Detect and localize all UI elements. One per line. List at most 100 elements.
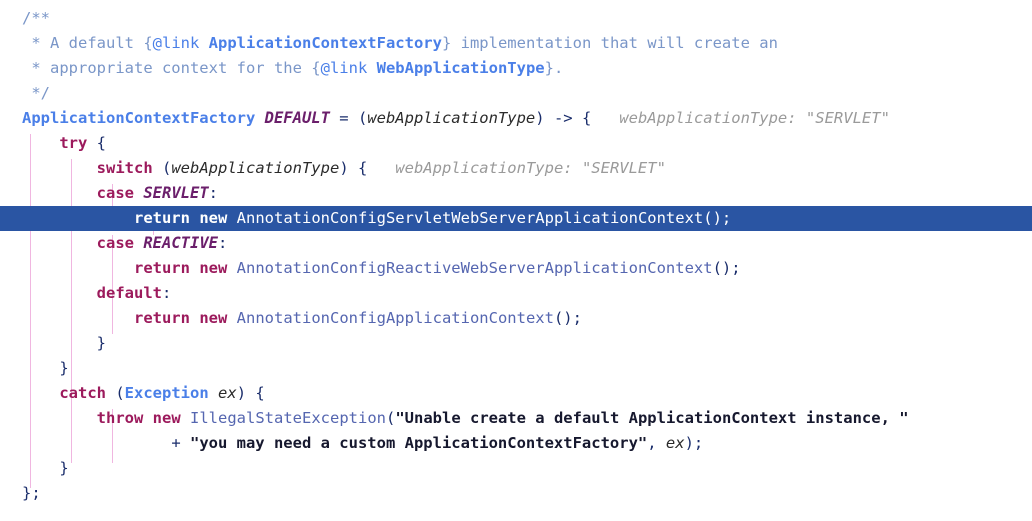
code-line[interactable]: switch (webApplicationType) { webApplica… [0,156,1032,181]
punctuation: = ( [329,109,368,127]
punctuation: ( [152,159,172,177]
string-literal[interactable]: "you may need a custom ApplicationContex… [190,434,647,452]
punctuation: ( [385,409,396,427]
exception-type[interactable]: Exception [125,384,209,402]
comment-text: */ [22,84,50,102]
code-line-selected[interactable]: return new AnnotationConfigServletWebSer… [0,206,1032,231]
code-editor-viewport[interactable]: /** * A default {@link ApplicationContex… [0,0,1032,521]
punctuation: : [208,184,218,202]
punctuation: , [647,434,666,452]
inlay-hint: webApplicationType: "SERVLET" [367,159,666,177]
class-reference[interactable]: AnnotationConfigApplicationContext [237,309,554,327]
code-line[interactable]: } [0,456,1032,481]
punctuation: (); [712,259,741,277]
class-reference[interactable]: IllegalStateException [190,409,386,427]
keyword: try [59,134,88,152]
punctuation: ) { [339,159,368,177]
code-line[interactable]: */ [0,81,1032,106]
punctuation: { [87,134,106,152]
code-line[interactable]: + "you may need a custom ApplicationCont… [0,431,1032,456]
punctuation: (); [553,309,582,327]
keyword: new [199,309,228,327]
keyword: new [199,209,228,227]
code-line[interactable]: } [0,331,1032,356]
keyword: switch [96,159,153,177]
punctuation: ); [684,434,704,452]
comment-text: * appropriate context for the { [22,59,321,77]
code-line[interactable]: ApplicationContextFactory DEFAULT = (web… [0,106,1032,131]
code-line[interactable]: case SERVLET: [0,181,1032,206]
punctuation: : [161,284,172,302]
keyword: catch [59,384,106,402]
code-line[interactable]: catch (Exception ex) { [0,381,1032,406]
code-line[interactable]: } [0,356,1032,381]
concat-operator: + [171,434,190,452]
code-line[interactable]: return new AnnotationConfigApplicationCo… [0,306,1032,331]
string-literal[interactable]: "Unable create a default ApplicationCont… [395,409,908,427]
javadoc-link-target[interactable]: WebApplicationType [377,59,545,77]
keyword: case [96,184,134,202]
code-line[interactable]: try { [0,131,1032,156]
code-line[interactable]: * A default {@link ApplicationContextFac… [0,31,1032,56]
punctuation: (); [703,209,732,227]
code-line[interactable]: /** [0,6,1032,31]
class-reference[interactable]: AnnotationConfigServletWebServerApplicat… [237,209,704,227]
keyword: new [199,259,228,277]
punctuation: ( [106,384,125,402]
parameter-name[interactable]: webApplicationType [367,109,535,127]
class-reference[interactable]: AnnotationConfigReactiveWebServerApplica… [237,259,713,277]
code-line[interactable]: * appropriate context for the {@link Web… [0,56,1032,81]
keyword: new [152,409,181,427]
closing-brace: }; [22,484,41,502]
punctuation: ) { [236,384,265,402]
enum-constant[interactable]: REACTIVE [143,234,218,252]
code-line[interactable]: throw new IllegalStateException("Unable … [0,406,1032,431]
javadoc-link-tag: @link [320,59,368,77]
parameter-name[interactable]: webApplicationType [171,159,339,177]
javadoc-link-tag: @link [152,34,200,52]
keyword: default [96,284,162,302]
javadoc-link-target[interactable]: ApplicationContextFactory [209,34,442,52]
keyword: return [133,209,190,227]
constant-name[interactable]: DEFAULT [265,109,330,127]
code-line[interactable]: default: [0,281,1032,306]
comment-text: * A default { [22,34,153,52]
keyword: case [96,234,134,252]
inlay-hint: webApplicationType: "SERVLET" [591,109,890,127]
parameter-name[interactable]: ex [666,434,685,452]
comment-text: }. [544,59,564,77]
keyword: return [133,259,190,277]
keyword: throw [96,409,144,427]
punctuation: : [217,234,228,252]
code-lines-container[interactable]: /** * A default {@link ApplicationContex… [0,0,1032,506]
type-name[interactable]: ApplicationContextFactory [22,109,255,127]
enum-constant[interactable]: SERVLET [143,184,208,202]
code-line[interactable]: }; [0,481,1032,506]
parameter-name[interactable]: ex [218,384,237,402]
comment-text: } implementation that will create an [441,34,778,52]
keyword: return [133,309,190,327]
code-line[interactable]: case REACTIVE: [0,231,1032,256]
code-line[interactable]: return new AnnotationConfigReactiveWebSe… [0,256,1032,281]
